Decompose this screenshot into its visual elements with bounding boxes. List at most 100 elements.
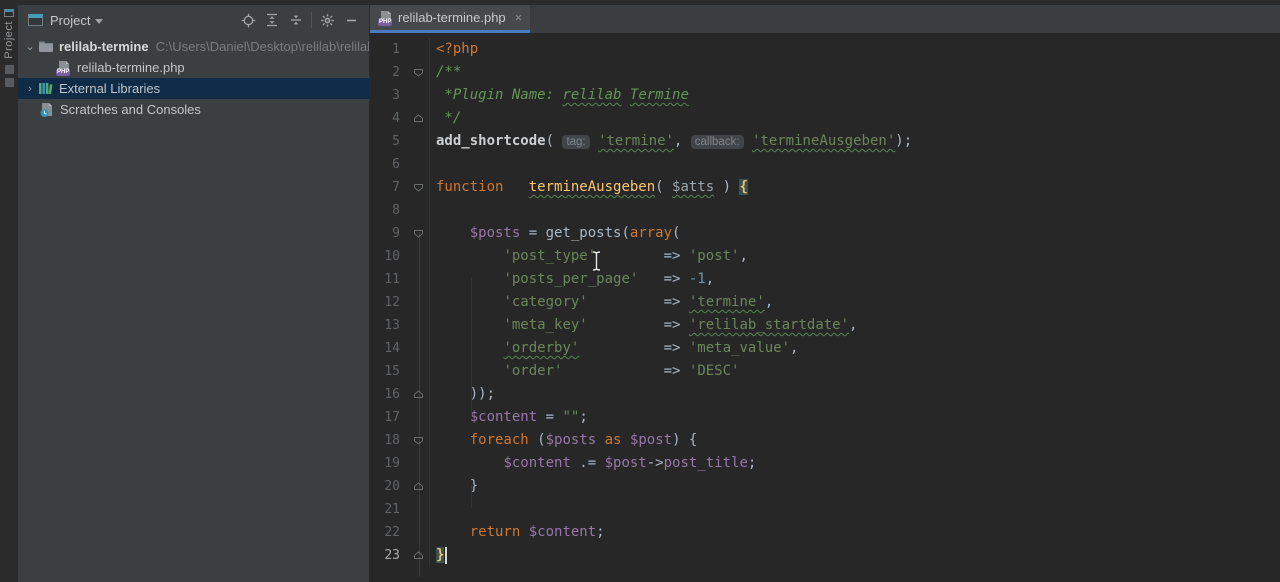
fold-gutter [408,452,430,475]
code-token [596,432,604,448]
settings-gear-icon[interactable] [315,9,339,31]
code-token: 'category' [503,294,587,310]
line-number: 12 [370,291,408,314]
code-token [436,317,503,333]
fold-marker-icon[interactable] [408,475,430,498]
code-token [503,179,528,195]
code-text[interactable]: /** [430,61,461,84]
code-token: return [470,524,521,540]
project-panel-header: Project [18,5,369,35]
tree-row-project-root[interactable]: ⌄ relilab-termine C:\Users\Daniel\Deskto… [18,36,369,57]
code-token: *Plugin Name: [436,87,562,103]
code-line: 20 } [370,475,1280,498]
code-token [436,409,470,425]
tool-window-strip-project-button[interactable]: Project [3,21,15,59]
chevron-down-icon[interactable]: ⌄ [22,40,38,53]
code-token [436,363,503,379]
code-token: )); [436,386,495,402]
code-text[interactable]: $content .= $post->post_title; [430,452,756,475]
code-text[interactable]: return $content; [430,521,605,544]
fold-gutter [408,314,430,337]
code-token: 'relilab_startdate' [689,317,849,333]
hide-panel-button[interactable] [339,9,363,31]
project-toolwindow-icon[interactable] [4,9,14,17]
code-text[interactable]: foreach ($posts as $post) { [430,429,697,452]
code-token: 'posts_per_page' [503,271,638,287]
chevron-down-icon[interactable] [95,19,103,24]
fold-marker-icon[interactable] [408,176,430,199]
code-text[interactable]: 'order' => 'DESC' [430,360,739,383]
code-text[interactable]: $posts = get_posts(array( [430,222,680,245]
code-text[interactable]: 'meta_key' => 'relilab_startdate', [430,314,857,337]
fold-marker-icon[interactable] [408,544,430,567]
tree-item-label: relilab-termine [59,39,149,54]
line-number: 2 [370,61,408,84]
code-token: ( [529,432,546,448]
line-number: 8 [370,199,408,222]
parameter-hint: tag: [562,135,589,149]
code-text[interactable]: <?php [430,38,478,61]
code-line: 3 *Plugin Name: relilab Termine [370,84,1280,107]
tab-relilab-termine-php[interactable]: PHP relilab-termine.php × [370,5,530,33]
code-token: 'meta_key' [503,317,587,333]
editor-pane: PHP relilab-termine.php × 1<?php2/**3 *P… [370,5,1280,582]
code-token: get_posts [546,225,622,241]
code-editor[interactable]: 1<?php2/**3 *Plugin Name: relilab Termin… [370,33,1280,582]
fold-marker-icon[interactable] [408,61,430,84]
code-text[interactable]: 'category' => 'termine', [430,291,773,314]
code-token: ( [621,225,629,241]
fold-marker-icon[interactable] [408,383,430,406]
expand-all-button[interactable] [260,9,284,31]
code-token: , [739,248,747,264]
code-token [621,87,629,103]
code-text[interactable]: $content = ""; [430,406,588,429]
code-text[interactable]: add_shortcode( tag: 'termine', callback:… [430,130,912,153]
code-line: 11 'posts_per_page' => -1, [370,268,1280,291]
chevron-right-icon[interactable]: › [22,83,38,95]
fold-gutter [408,153,430,176]
php-file-icon: PHP [378,10,393,26]
code-token: 'DESC' [689,363,740,379]
code-text[interactable] [430,199,436,222]
structure-toolwindow-icon[interactable] [5,65,14,74]
favorites-toolwindow-icon[interactable] [5,78,14,87]
tree-row-scratches[interactable]: Scratches and Consoles [18,99,369,120]
code-token: , [849,317,857,333]
code-text[interactable] [430,498,436,521]
code-token: $content [470,409,537,425]
code-text[interactable]: 'orderby' => 'meta_value', [430,337,798,360]
code-text[interactable]: )); [430,383,495,406]
line-number: 15 [370,360,408,383]
editor-tab-bar: PHP relilab-termine.php × [370,5,1280,33]
code-token [436,294,503,310]
collapse-all-button[interactable] [284,9,308,31]
line-number: 3 [370,84,408,107]
code-token: , [790,340,798,356]
code-token: relilab [562,87,621,103]
code-token [436,455,503,471]
code-text[interactable]: 'post_type' => 'post', [430,245,748,268]
tab-title: relilab-termine.php [398,10,506,25]
code-text[interactable]: function termineAusgeben( $atts ) { [430,176,748,199]
code-text[interactable] [430,153,436,176]
code-token: , [706,271,714,287]
mouse-ibeam-cursor [591,250,602,272]
code-token: ) [714,179,739,195]
code-text[interactable]: *Plugin Name: relilab Termine [430,84,689,107]
tree-row-external-libraries[interactable]: › External Libraries [18,78,369,99]
code-token: 'termine' [689,294,765,310]
code-text[interactable]: 'posts_per_page' => -1, [430,268,714,291]
code-token: , [765,294,773,310]
locate-file-button[interactable] [236,9,260,31]
close-icon[interactable]: × [515,11,523,24]
fold-marker-icon[interactable] [408,429,430,452]
code-text[interactable]: */ [430,107,461,130]
code-text[interactable]: } [430,544,447,567]
line-number: 1 [370,38,408,61]
fold-gutter [408,199,430,222]
tree-row-php-file[interactable]: PHP relilab-termine.php [18,57,369,78]
fold-marker-icon[interactable] [408,222,430,245]
code-token: array [630,225,672,241]
line-number: 20 [370,475,408,498]
fold-marker-icon[interactable] [408,107,430,130]
